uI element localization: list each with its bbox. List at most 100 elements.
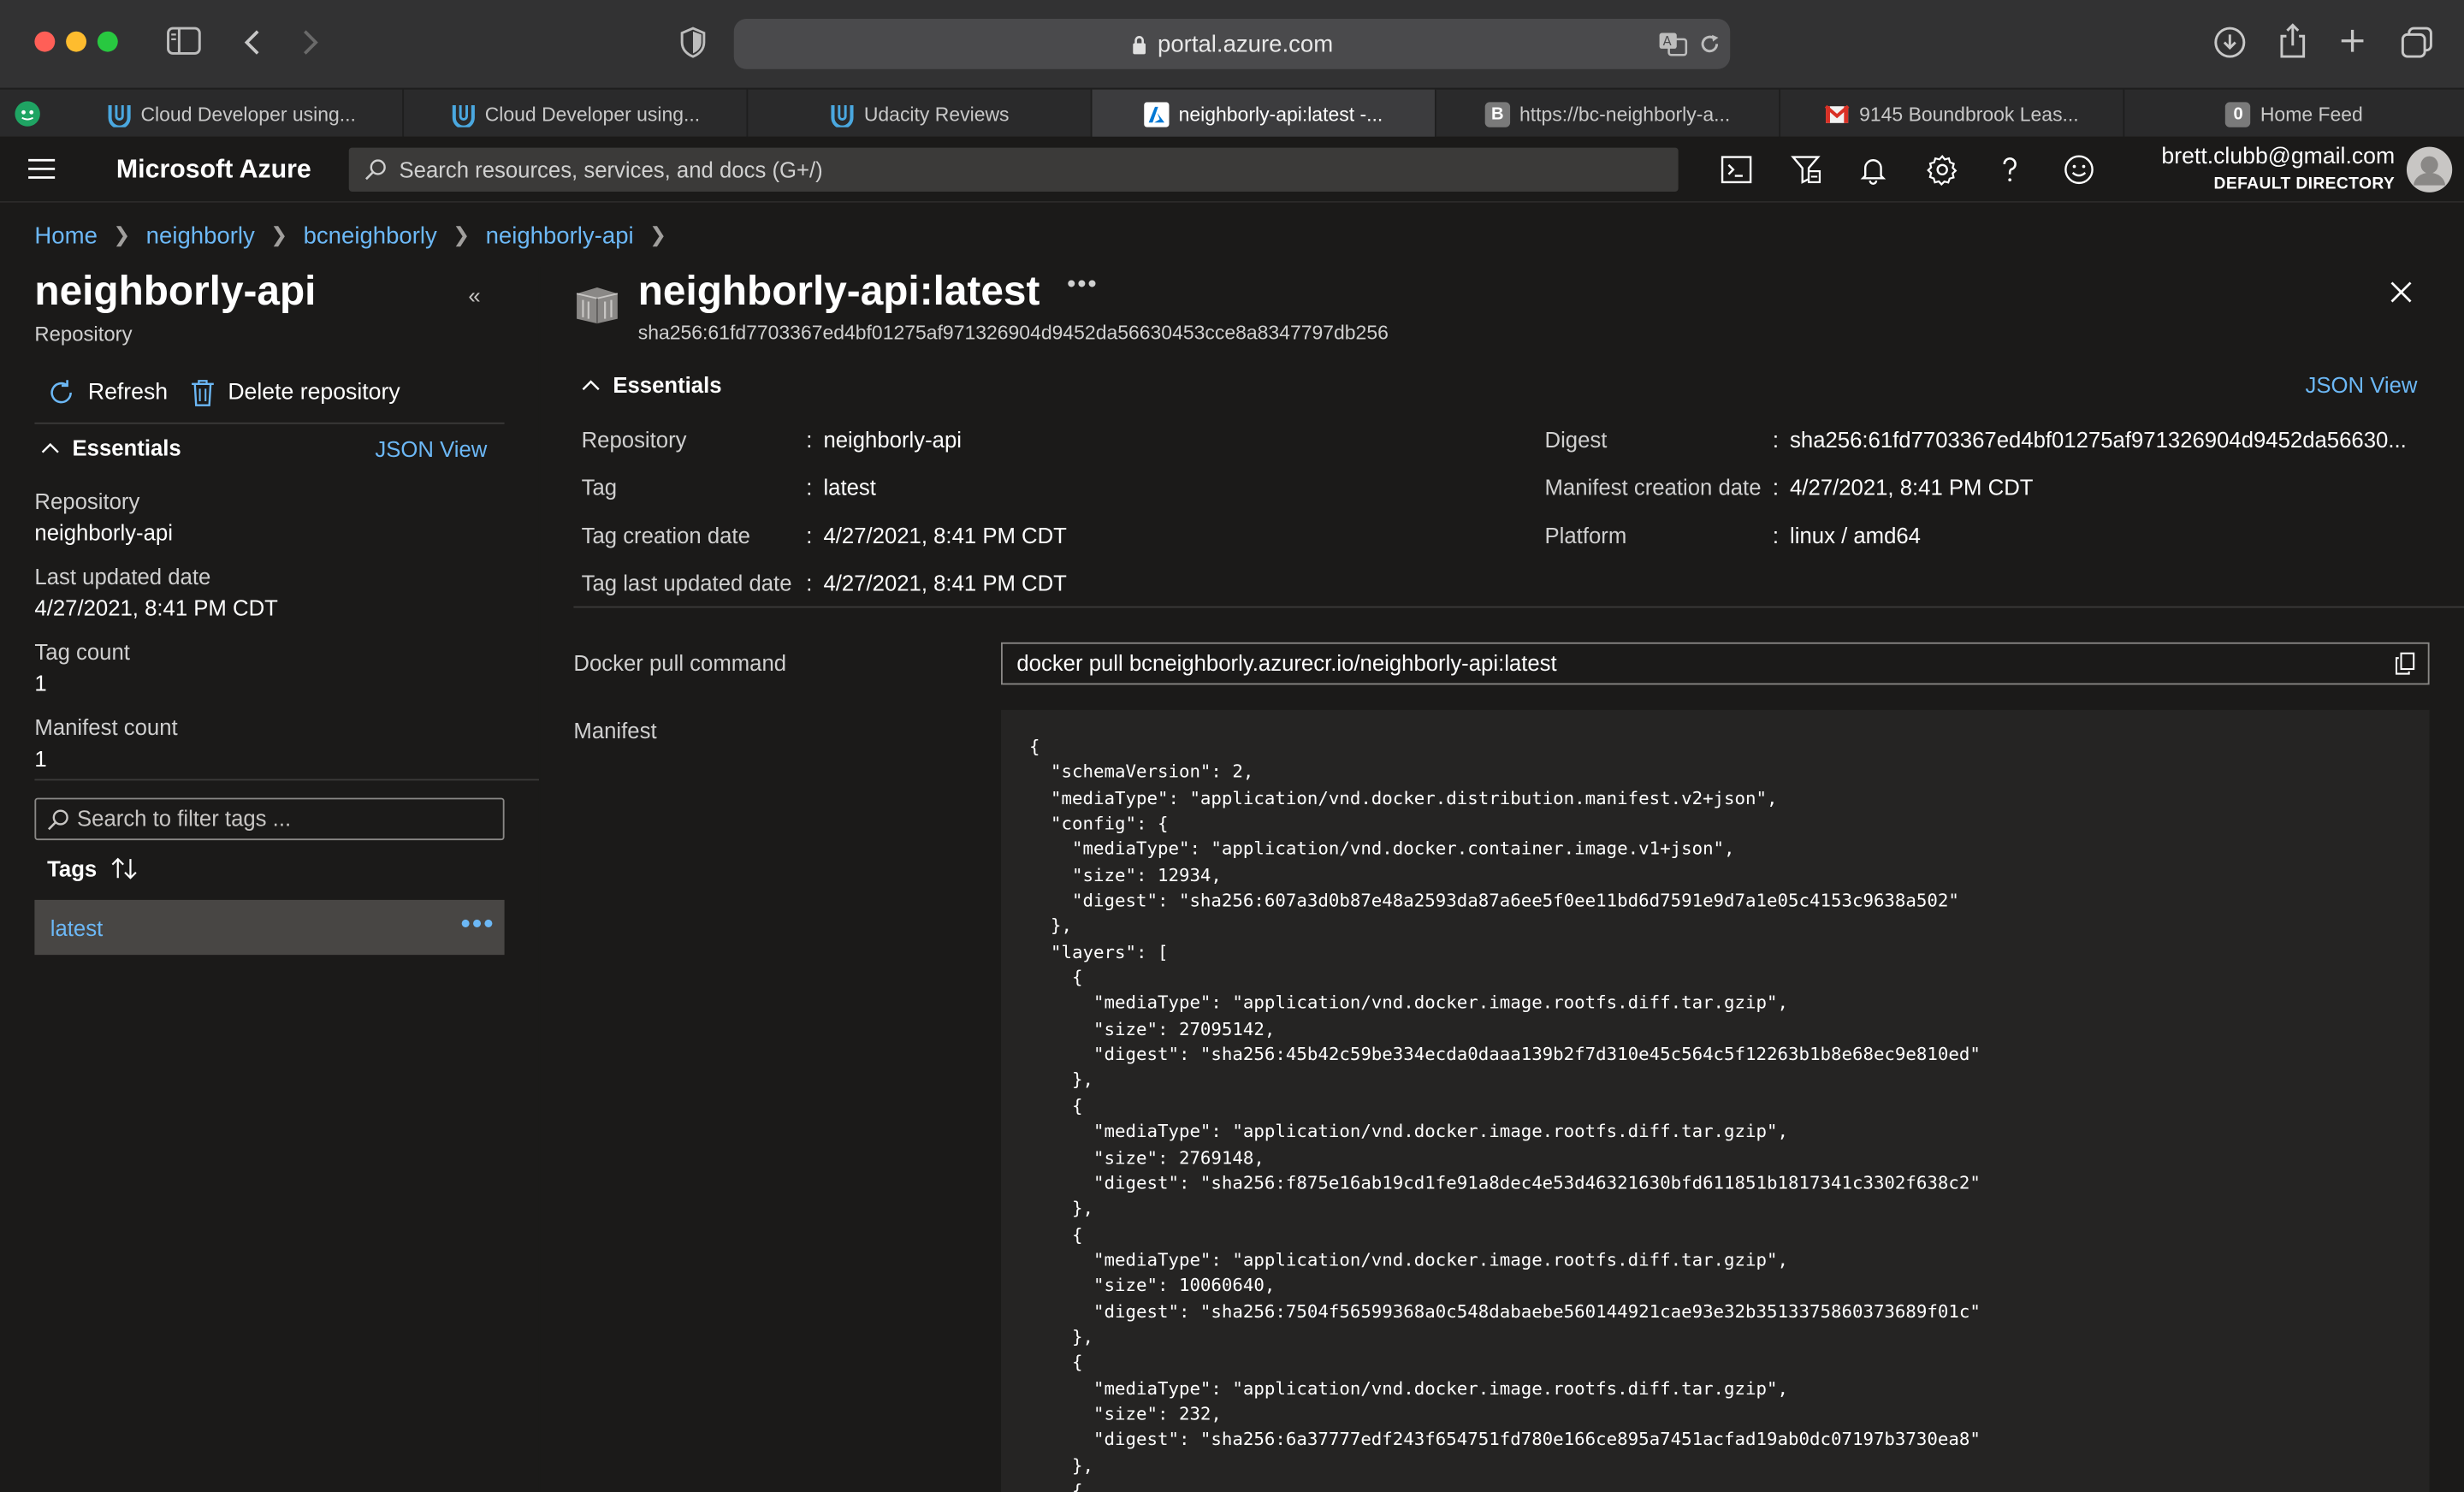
essentials-value: latest: [823, 474, 876, 500]
essentials-toggle[interactable]: Essentials: [41, 435, 181, 460]
divider: [573, 606, 2464, 608]
directory-filter-icon[interactable]: [1786, 151, 1824, 188]
colon-separator: :: [806, 570, 813, 595]
table-row[interactable]: latest •••: [34, 899, 505, 956]
manifest-label: Manifest: [573, 717, 657, 743]
repository-title: neighborly-api: [34, 267, 317, 315]
breadcrumb-item-neighborly-api[interactable]: neighborly-api: [486, 222, 634, 249]
udacity-icon: [106, 101, 131, 127]
essentials-label: Tag creation date: [581, 523, 750, 548]
chevron-right-icon: ❯: [453, 222, 471, 247]
gear-icon[interactable]: [1923, 151, 1961, 188]
chevron-right-icon: ❯: [113, 222, 131, 247]
browser-tab[interactable]: B https://bc-neighborly-a...: [1436, 89, 1781, 139]
manifest-code-block[interactable]: { "schemaVersion": 2, "mediaType": "appl…: [1000, 709, 2430, 1492]
feedback-smiley-icon[interactable]: [2060, 151, 2098, 188]
chevron-right-icon: ❯: [649, 222, 667, 247]
zoom-window-button[interactable]: [97, 31, 118, 52]
close-window-button[interactable]: [34, 31, 56, 52]
new-tab-plus-icon[interactable]: [2338, 27, 2366, 55]
minimize-window-button[interactable]: [66, 31, 87, 52]
cloud-shell-icon[interactable]: [1718, 151, 1756, 188]
tag-detail-title: neighborly-api:latest: [637, 267, 1040, 315]
udacity-icon: [450, 101, 475, 127]
more-options-icon[interactable]: •••: [1067, 272, 1098, 300]
search-icon: [364, 158, 387, 181]
collapse-pane-icon[interactable]: «: [468, 282, 480, 307]
refresh-button[interactable]: Refresh: [47, 377, 168, 409]
chevron-up-icon: [41, 442, 59, 453]
address-bar[interactable]: portal.azure.com A: [733, 19, 1731, 69]
breadcrumb-item-home[interactable]: Home: [34, 222, 97, 249]
b-letter-icon: B: [1484, 101, 1510, 127]
browser-tab[interactable]: Cloud Developer using...: [60, 89, 405, 139]
breadcrumb-item-bcneighborly[interactable]: bcneighborly: [304, 222, 437, 249]
user-directory[interactable]: DEFAULT DIRECTORY: [2214, 175, 2396, 193]
help-icon[interactable]: [1991, 151, 2029, 188]
portal-brand[interactable]: Microsoft Azure: [116, 137, 311, 203]
tags-column-header[interactable]: Tags: [47, 856, 138, 881]
browser-tab[interactable]: 9145 Boundbrook Leas...: [1780, 89, 2125, 139]
udacity-icon: [829, 101, 854, 127]
divider: [34, 779, 539, 781]
breadcrumb: Home ❯ neighborly ❯ bcneighborly ❯ neigh…: [34, 220, 666, 252]
essentials-label: Manifest creation date: [1544, 474, 1762, 500]
json-view-link[interactable]: JSON View: [375, 436, 487, 461]
browser-tab[interactable]: 0 Home Feed: [2124, 90, 2464, 139]
global-search-input[interactable]: Search resources, services, and docs (G+…: [348, 147, 1679, 192]
property-value: neighborly-api: [34, 519, 173, 546]
sort-icon: [110, 857, 136, 879]
property-label: Manifest count: [34, 714, 178, 740]
hamburger-menu-icon[interactable]: [28, 158, 56, 179]
property-label: Last updated date: [34, 564, 211, 589]
colon-separator: :: [1772, 427, 1779, 453]
gmail-icon: [1825, 101, 1850, 126]
downloads-icon[interactable]: [2212, 25, 2247, 59]
delete-repository-button[interactable]: Delete repository: [190, 377, 400, 409]
tag-filter-placeholder: Search to filter tags ...: [76, 805, 292, 832]
trash-icon: [192, 380, 214, 406]
sidebar-toggle-icon[interactable]: [167, 27, 201, 55]
portal-header: Microsoft Azure Search resources, servic…: [0, 136, 2464, 203]
essentials-value: 4/27/2021, 8:41 PM CDT: [823, 523, 1067, 548]
docker-pull-label: Docker pull command: [573, 650, 787, 676]
property-value: 4/27/2021, 8:41 PM CDT: [34, 595, 278, 621]
essentials-label: Tag last updated date: [581, 570, 792, 595]
browser-tab-bar: Cloud Developer using... Cloud Developer…: [0, 87, 2464, 139]
search-icon: [47, 808, 69, 831]
browser-tab-active[interactable]: neighborly-api:latest -...: [1092, 89, 1436, 139]
back-arrow-icon[interactable]: [240, 28, 263, 56]
tag-link[interactable]: latest: [50, 900, 103, 955]
search-placeholder: Search resources, services, and docs (G+…: [399, 157, 823, 182]
shield-icon[interactable]: [678, 27, 707, 58]
breadcrumb-item-neighborly[interactable]: neighborly: [146, 222, 255, 249]
essentials-value[interactable]: neighborly-api: [823, 427, 962, 452]
user-email[interactable]: brett.clubb@gmail.com: [2161, 145, 2395, 169]
copy-icon[interactable]: [2395, 652, 2415, 676]
json-view-link[interactable]: JSON View: [2305, 372, 2417, 397]
svg-text:A: A: [1663, 34, 1672, 49]
avatar[interactable]: [2406, 146, 2453, 193]
docker-pull-command-field[interactable]: docker pull bcneighborly.azurecr.io/neig…: [1000, 642, 2430, 685]
colon-separator: :: [806, 474, 813, 500]
property-value: 1: [34, 670, 47, 696]
translate-icon[interactable]: A: [1658, 32, 1690, 56]
essentials-toggle[interactable]: Essentials: [582, 372, 722, 397]
pinned-tab-icon[interactable]: [15, 100, 41, 127]
close-icon[interactable]: [2389, 280, 2414, 305]
forward-arrow-icon[interactable]: [300, 28, 323, 56]
browser-tab[interactable]: Cloud Developer using...: [404, 89, 749, 139]
essentials-label: Tag: [581, 474, 618, 500]
tab-overview-icon[interactable]: [2400, 25, 2434, 59]
share-icon[interactable]: [2277, 22, 2308, 60]
colon-separator: :: [806, 523, 813, 548]
reload-icon[interactable]: [1699, 33, 1721, 56]
docker-pull-command[interactable]: docker pull bcneighborly.azurecr.io/neig…: [1016, 644, 1556, 684]
essentials-label: Platform: [1544, 523, 1627, 548]
browser-tab[interactable]: Udacity Reviews: [748, 89, 1093, 139]
bell-icon[interactable]: [1854, 151, 1892, 188]
more-actions-icon[interactable]: •••: [460, 900, 495, 955]
property-label: Repository: [34, 488, 140, 514]
container-registry-icon: [573, 284, 620, 325]
tag-filter-input[interactable]: Search to filter tags ...: [34, 797, 505, 841]
